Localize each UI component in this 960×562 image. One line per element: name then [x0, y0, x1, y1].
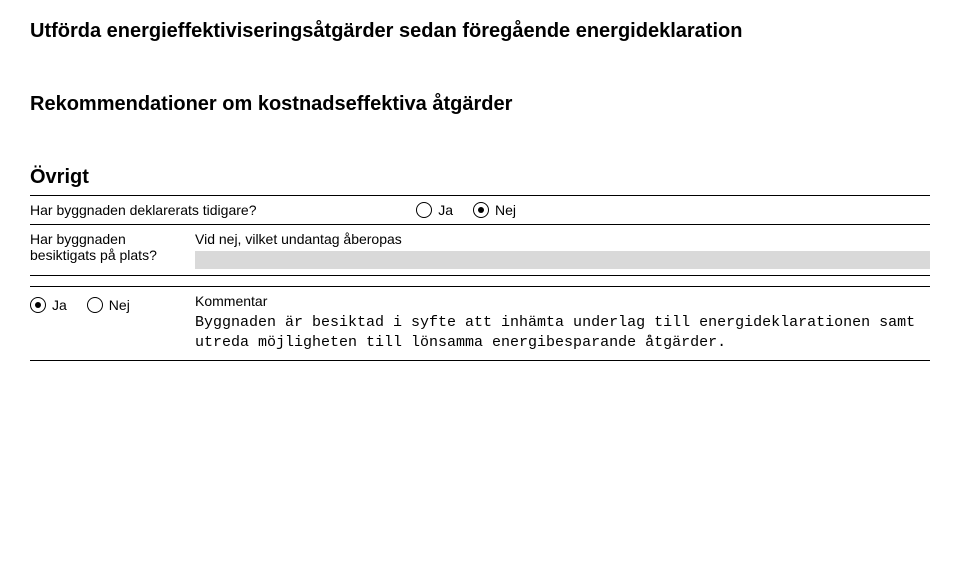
comment-text: Byggnaden är besiktad i syfte att inhämt… — [195, 313, 930, 354]
radio-label-no: Nej — [495, 202, 516, 218]
question-row-comment: Ja Nej Kommentar Byggnaden är besiktad i… — [30, 286, 930, 361]
radio-label-comment-yes: Ja — [52, 297, 67, 313]
exception-input[interactable] — [195, 251, 930, 269]
radio-label-comment-no: Nej — [109, 297, 130, 313]
radio-dot-icon — [478, 207, 484, 213]
heading-other: Övrigt — [30, 166, 930, 189]
radio-label-yes: Ja — [438, 202, 453, 218]
radio-dot-icon — [35, 302, 41, 308]
radio-declared-yes[interactable] — [416, 202, 432, 218]
label-declared-before: Har byggnaden deklarerats tidigare? — [30, 202, 256, 218]
label-exception: Vid nej, vilket undantag åberopas — [195, 231, 930, 247]
label-comment: Kommentar — [195, 293, 930, 309]
radio-comment-yes[interactable] — [30, 297, 46, 313]
radio-comment-no[interactable] — [87, 297, 103, 313]
label-inspected: Har byggnaden besiktigats på plats? — [30, 231, 195, 263]
question-row-inspected: Har byggnaden besiktigats på plats? Vid … — [30, 224, 930, 276]
radio-declared-no[interactable] — [473, 202, 489, 218]
heading-recommendations: Rekommendationer om kostnadseffektiva åt… — [30, 93, 930, 116]
heading-performed-actions: Utförda energieffektiviseringsåtgärder s… — [30, 20, 930, 43]
question-row-declared-before: Har byggnaden deklarerats tidigare? Ja N… — [30, 195, 930, 224]
